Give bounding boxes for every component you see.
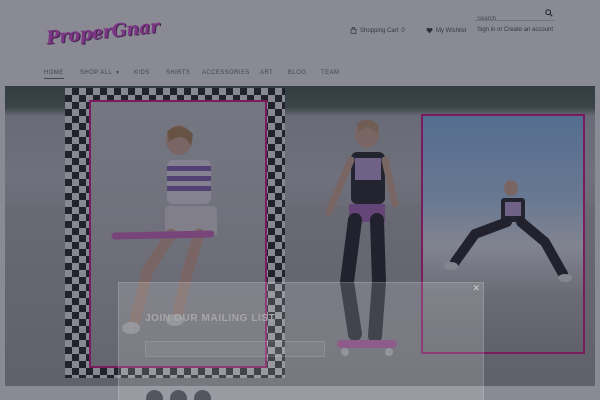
email-field[interactable] (145, 341, 325, 357)
facebook-icon[interactable] (146, 390, 163, 400)
twitter-icon[interactable] (170, 390, 187, 400)
newsletter-modal: ✕ Join our mailing list (118, 282, 484, 400)
close-icon[interactable]: ✕ (472, 283, 480, 294)
page: ProperGnar Shopping Cart 0 My Wishlist S… (0, 0, 600, 400)
modal-title: Join our mailing list (145, 313, 276, 324)
instagram-icon[interactable] (194, 390, 211, 400)
